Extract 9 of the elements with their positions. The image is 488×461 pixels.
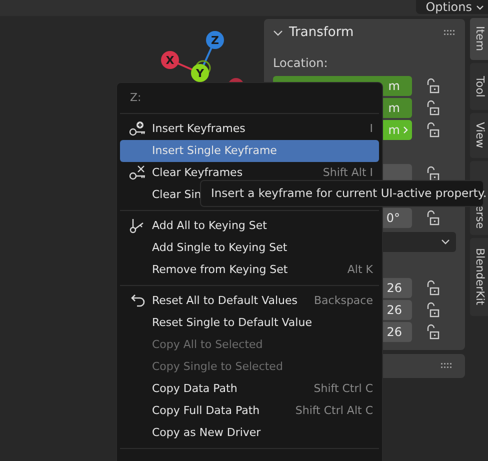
location-label: Location:	[273, 55, 329, 71]
menu-title: Z:	[129, 90, 142, 106]
shortcut-label: Shift Alt I	[322, 164, 373, 181]
shortcut-label: Shift Ctrl C	[314, 380, 373, 397]
tooltip: Insert a keyframe for current UI-active property.	[200, 180, 484, 207]
shortcut-label: Backspace	[314, 292, 373, 309]
shortcut-label: I	[370, 120, 373, 137]
shortcut-label: Shift Ctrl Alt C	[295, 402, 373, 419]
shortcut-label: Alt K	[347, 262, 373, 278]
